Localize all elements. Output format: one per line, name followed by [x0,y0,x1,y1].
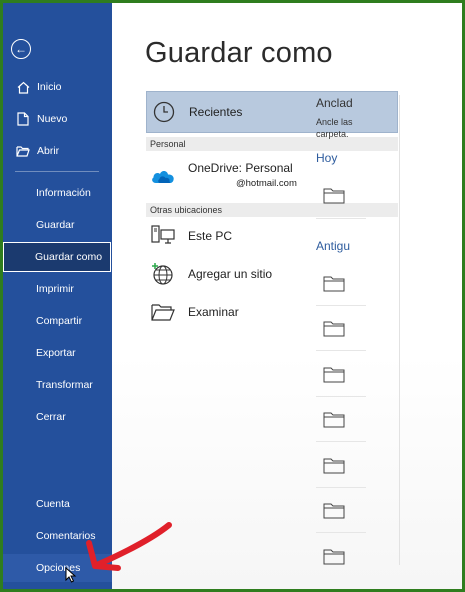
folder-icon[interactable] [323,503,345,519]
sidebar-item-compartir[interactable]: Compartir [3,307,112,335]
folder-icon[interactable] [323,367,345,383]
onedrive-email: @hotmail.com [236,178,297,189]
folder-icon[interactable] [323,549,345,565]
sidebar-item-label: Transformar [36,379,93,391]
folder-icon[interactable] [323,276,345,292]
sidebar-item-guardar[interactable]: Guardar [3,211,112,239]
sidebar-divider [15,171,99,172]
sidebar-item-opciones[interactable]: Opciones [3,554,112,582]
sidebar-item-informacion[interactable]: Información [3,179,112,207]
clock-icon [151,99,177,125]
sidebar-item-label: Exportar [36,347,76,359]
sidebar-item-label: Abrir [37,145,60,157]
sidebar-item-label: Imprimir [36,283,74,295]
pinned-description-line: Ancle las [316,117,353,127]
sidebar-item-cerrar[interactable]: Cerrar [3,403,112,431]
location-label: Recientes [189,105,243,119]
sidebar-item-exportar[interactable]: Exportar [3,339,112,367]
row-divider [316,532,366,533]
save-as-panel: Guardar como Recientes Personal OneDrive… [112,3,462,589]
sidebar-item-label: Cuenta [36,498,70,510]
sidebar-item-transformar[interactable]: Transformar [3,371,112,399]
sidebar-item-nuevo[interactable]: Nuevo [3,105,112,133]
sidebar-item-label: Información [36,187,91,199]
location-label: Agregar un sitio [188,267,273,281]
sidebar-item-cuenta[interactable]: Cuenta [3,490,112,518]
page-title: Guardar como [145,37,333,69]
row-divider [316,396,366,397]
folder-icon[interactable] [323,188,345,204]
onedrive-name: OneDrive: Personal [188,161,293,175]
row-divider [316,487,366,488]
pane-divider [399,95,400,565]
location-label: Este PC [188,229,233,243]
sidebar-item-label: Nuevo [37,113,68,125]
sidebar-item-label: Comentarios [36,530,96,542]
home-icon [16,80,30,94]
sidebar-item-abrir[interactable]: Abrir [3,137,112,165]
sidebar-item-guardar-como[interactable]: Guardar como [3,242,111,272]
folder-icon[interactable] [323,412,345,428]
sidebar-item-label: Inicio [37,81,62,93]
pinned-title: Anclad [316,96,353,110]
folder-icon[interactable] [323,321,345,337]
window: ← Inicio Nuevo Abrir Información Guardar [3,3,462,589]
row-divider [316,218,366,219]
sidebar-item-label: Guardar como [35,251,103,263]
new-document-icon [16,112,30,126]
location-label: Examinar [188,305,239,319]
row-divider [316,441,366,442]
back-arrow-icon[interactable]: ← [11,39,31,59]
sidebar-item-comentarios[interactable]: Comentarios [3,522,112,550]
group-today: Hoy [316,151,338,165]
folder-icon[interactable] [323,458,345,474]
sidebar-item-label: Cerrar [36,411,66,423]
folder-icon [150,299,176,325]
row-divider [316,305,366,306]
pinned-description: Ancle las carpeta. [316,116,353,140]
sidebar-item-label: Guardar [36,219,75,231]
globe-add-icon [150,261,176,287]
pinned-description-line: carpeta. [316,129,349,139]
open-folder-icon [16,144,30,158]
sidebar-item-inicio[interactable]: Inicio [3,73,112,101]
mouse-cursor-icon [65,567,77,583]
onedrive-cloud-icon [150,163,176,189]
sidebar-item-label: Compartir [36,315,83,327]
backstage-sidebar: ← Inicio Nuevo Abrir Información Guardar [3,3,112,589]
recent-folders-pane: Anclad Ancle las carpeta. Hoy Antigu [311,3,371,589]
computer-icon [150,223,176,249]
group-older: Antigu [316,239,351,253]
sidebar-item-imprimir[interactable]: Imprimir [3,275,112,303]
row-divider [316,350,366,351]
